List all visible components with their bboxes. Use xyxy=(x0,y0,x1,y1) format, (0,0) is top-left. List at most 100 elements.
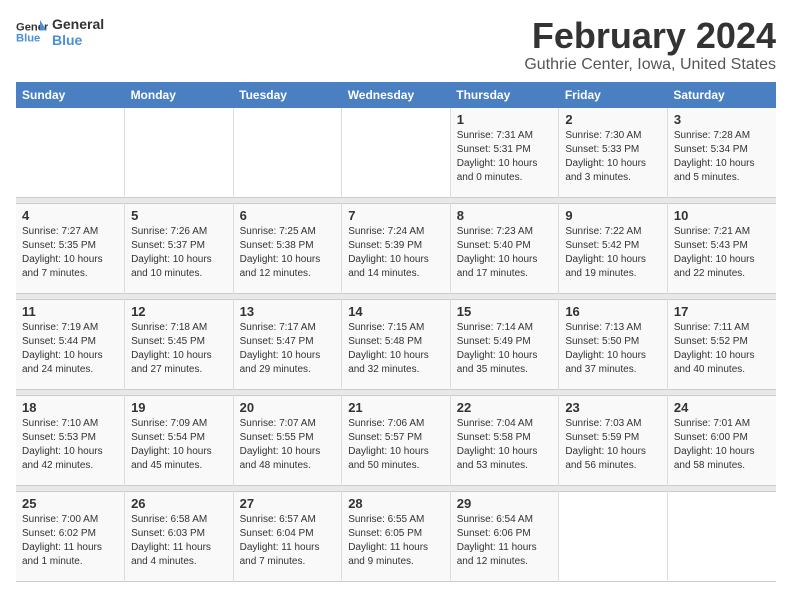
header-saturday: Saturday xyxy=(667,82,776,108)
day-info: Sunrise: 7:06 AM Sunset: 5:57 PM Dayligh… xyxy=(348,417,444,473)
title-area: February 2024 Guthrie Center, Iowa, Unit… xyxy=(524,16,776,74)
day-number: 6 xyxy=(240,208,336,223)
week-row-0: 1 Sunrise: 7:31 AM Sunset: 5:31 PM Daylig… xyxy=(16,108,776,198)
week-row-2: 11 Sunrise: 7:19 AM Sunset: 5:44 PM Dayli… xyxy=(16,300,776,390)
day-number: 21 xyxy=(348,400,444,415)
day-info: Sunrise: 7:15 AM Sunset: 5:48 PM Dayligh… xyxy=(348,321,444,377)
calendar-cell: 9Sunrise: 7:22 AM Sunset: 5:42 PM Daylig… xyxy=(559,204,668,294)
calendar-table: SundayMondayTuesdayWednesdayThursdayFrid… xyxy=(16,82,776,583)
calendar-cell: 10 Sunrise: 7:21 AM Sunset: 5:43 PM Dayli… xyxy=(667,204,776,294)
day-number: 13 xyxy=(240,304,336,319)
day-info: Sunrise: 7:23 AM Sunset: 5:40 PM Dayligh… xyxy=(457,225,553,281)
calendar-cell: 25 Sunrise: 7:00 AM Sunset: 6:02 PM Dayli… xyxy=(16,492,125,582)
calendar-cell: 7 Sunrise: 7:24 AM Sunset: 5:39 PM Daylig… xyxy=(342,204,451,294)
header-row: SundayMondayTuesdayWednesdayThursdayFrid… xyxy=(16,82,776,108)
day-number: 7 xyxy=(348,208,444,223)
calendar-cell: 27 Sunrise: 6:57 AM Sunset: 6:04 PM Dayli… xyxy=(233,492,342,582)
day-number: 25 xyxy=(22,496,118,511)
day-number: 15 xyxy=(457,304,553,319)
day-number: 23 xyxy=(565,400,661,415)
day-number: 17 xyxy=(674,304,770,319)
logo-blue: Blue xyxy=(52,32,104,48)
day-info: Sunrise: 6:54 AM Sunset: 6:06 PM Dayligh… xyxy=(457,513,553,569)
week-row-4: 25 Sunrise: 7:00 AM Sunset: 6:02 PM Dayli… xyxy=(16,492,776,582)
day-info: Sunrise: 7:21 AM Sunset: 5:43 PM Dayligh… xyxy=(674,225,770,281)
day-number: 1 xyxy=(457,112,553,127)
week-row-3: 18 Sunrise: 7:10 AM Sunset: 5:53 PM Dayli… xyxy=(16,396,776,486)
day-info: Sunrise: 7:10 AM Sunset: 5:53 PM Dayligh… xyxy=(22,417,118,473)
calendar-cell: 15 Sunrise: 7:14 AM Sunset: 5:49 PM Dayli… xyxy=(450,300,559,390)
calendar-cell: 19 Sunrise: 7:09 AM Sunset: 5:54 PM Dayli… xyxy=(125,396,234,486)
calendar-cell: 12Sunrise: 7:18 AM Sunset: 5:45 PM Dayli… xyxy=(125,300,234,390)
logo: General Blue General Blue xyxy=(16,16,104,48)
header-sunday: Sunday xyxy=(16,82,125,108)
day-info: Sunrise: 6:55 AM Sunset: 6:05 PM Dayligh… xyxy=(348,513,444,569)
calendar-cell xyxy=(667,492,776,582)
day-info: Sunrise: 7:00 AM Sunset: 6:02 PM Dayligh… xyxy=(22,513,118,569)
day-info: Sunrise: 7:25 AM Sunset: 5:38 PM Dayligh… xyxy=(240,225,336,281)
day-number: 5 xyxy=(131,208,227,223)
day-info: Sunrise: 7:24 AM Sunset: 5:39 PM Dayligh… xyxy=(348,225,444,281)
day-info: Sunrise: 7:03 AM Sunset: 5:59 PM Dayligh… xyxy=(565,417,661,473)
calendar-cell: 17Sunrise: 7:11 AM Sunset: 5:52 PM Dayli… xyxy=(667,300,776,390)
header-friday: Friday xyxy=(559,82,668,108)
day-info: Sunrise: 7:30 AM Sunset: 5:33 PM Dayligh… xyxy=(565,129,661,185)
day-info: Sunrise: 7:28 AM Sunset: 5:34 PM Dayligh… xyxy=(674,129,770,185)
day-info: Sunrise: 7:14 AM Sunset: 5:49 PM Dayligh… xyxy=(457,321,553,377)
calendar-cell xyxy=(16,108,125,198)
day-number: 27 xyxy=(240,496,336,511)
calendar-body: 1 Sunrise: 7:31 AM Sunset: 5:31 PM Daylig… xyxy=(16,108,776,582)
calendar-cell: 26Sunrise: 6:58 AM Sunset: 6:03 PM Dayli… xyxy=(125,492,234,582)
calendar-cell: 22 Sunrise: 7:04 AM Sunset: 5:58 PM Dayli… xyxy=(450,396,559,486)
calendar-cell: 13Sunrise: 7:17 AM Sunset: 5:47 PM Dayli… xyxy=(233,300,342,390)
day-info: Sunrise: 7:26 AM Sunset: 5:37 PM Dayligh… xyxy=(131,225,227,281)
calendar-cell: 1 Sunrise: 7:31 AM Sunset: 5:31 PM Daylig… xyxy=(450,108,559,198)
calendar-cell xyxy=(125,108,234,198)
day-info: Sunrise: 6:57 AM Sunset: 6:04 PM Dayligh… xyxy=(240,513,336,569)
calendar-cell: 23 Sunrise: 7:03 AM Sunset: 5:59 PM Dayli… xyxy=(559,396,668,486)
calendar-cell: 8Sunrise: 7:23 AM Sunset: 5:40 PM Daylig… xyxy=(450,204,559,294)
day-info: Sunrise: 7:27 AM Sunset: 5:35 PM Dayligh… xyxy=(22,225,118,281)
calendar-cell: 11 Sunrise: 7:19 AM Sunset: 5:44 PM Dayli… xyxy=(16,300,125,390)
day-number: 16 xyxy=(565,304,661,319)
day-info: Sunrise: 7:19 AM Sunset: 5:44 PM Dayligh… xyxy=(22,321,118,377)
header-monday: Monday xyxy=(125,82,234,108)
day-info: Sunrise: 7:31 AM Sunset: 5:31 PM Dayligh… xyxy=(457,129,553,185)
day-number: 24 xyxy=(674,400,770,415)
day-number: 11 xyxy=(22,304,118,319)
calendar-cell: 21 Sunrise: 7:06 AM Sunset: 5:57 PM Dayli… xyxy=(342,396,451,486)
calendar-cell xyxy=(342,108,451,198)
day-number: 10 xyxy=(674,208,770,223)
logo-general: General xyxy=(52,16,104,32)
calendar-cell: 2 Sunrise: 7:30 AM Sunset: 5:33 PM Daylig… xyxy=(559,108,668,198)
day-info: Sunrise: 7:01 AM Sunset: 6:00 PM Dayligh… xyxy=(674,417,770,473)
calendar-cell: 16 Sunrise: 7:13 AM Sunset: 5:50 PM Dayli… xyxy=(559,300,668,390)
day-info: Sunrise: 6:58 AM Sunset: 6:03 PM Dayligh… xyxy=(131,513,227,569)
calendar-cell: 3 Sunrise: 7:28 AM Sunset: 5:34 PM Daylig… xyxy=(667,108,776,198)
calendar-cell xyxy=(559,492,668,582)
day-info: Sunrise: 7:13 AM Sunset: 5:50 PM Dayligh… xyxy=(565,321,661,377)
day-number: 19 xyxy=(131,400,227,415)
day-info: Sunrise: 7:07 AM Sunset: 5:55 PM Dayligh… xyxy=(240,417,336,473)
day-number: 3 xyxy=(674,112,770,127)
day-number: 28 xyxy=(348,496,444,511)
day-number: 4 xyxy=(22,208,118,223)
header-thursday: Thursday xyxy=(450,82,559,108)
calendar-cell: 28 Sunrise: 6:55 AM Sunset: 6:05 PM Dayli… xyxy=(342,492,451,582)
calendar-cell: 14Sunrise: 7:15 AM Sunset: 5:48 PM Dayli… xyxy=(342,300,451,390)
svg-text:Blue: Blue xyxy=(16,33,40,45)
week-row-1: 4 Sunrise: 7:27 AM Sunset: 5:35 PM Daylig… xyxy=(16,204,776,294)
day-number: 20 xyxy=(240,400,336,415)
day-info: Sunrise: 7:04 AM Sunset: 5:58 PM Dayligh… xyxy=(457,417,553,473)
day-number: 22 xyxy=(457,400,553,415)
calendar-cell: 4 Sunrise: 7:27 AM Sunset: 5:35 PM Daylig… xyxy=(16,204,125,294)
calendar-header: SundayMondayTuesdayWednesdayThursdayFrid… xyxy=(16,82,776,108)
location-title: Guthrie Center, Iowa, United States xyxy=(524,56,776,74)
calendar-cell: 20 Sunrise: 7:07 AM Sunset: 5:55 PM Dayli… xyxy=(233,396,342,486)
day-number: 18 xyxy=(22,400,118,415)
day-number: 12 xyxy=(131,304,227,319)
calendar-cell: 6 Sunrise: 7:25 AM Sunset: 5:38 PM Daylig… xyxy=(233,204,342,294)
day-info: Sunrise: 7:22 AM Sunset: 5:42 PM Dayligh… xyxy=(565,225,661,281)
day-info: Sunrise: 7:09 AM Sunset: 5:54 PM Dayligh… xyxy=(131,417,227,473)
day-number: 2 xyxy=(565,112,661,127)
